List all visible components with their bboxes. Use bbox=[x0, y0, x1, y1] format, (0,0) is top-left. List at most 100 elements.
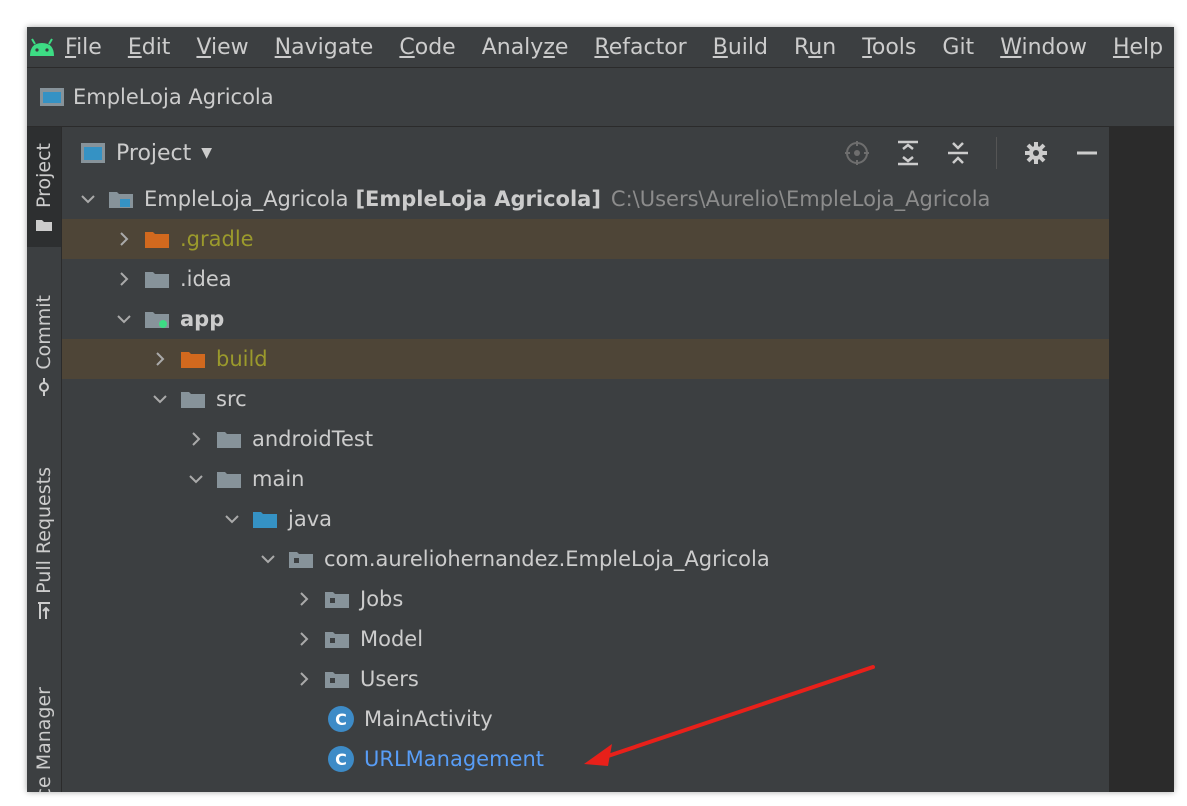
chevron-right-icon[interactable] bbox=[150, 349, 170, 369]
project-folder-icon bbox=[108, 189, 134, 209]
tool-tab-resource-manager[interactable]: ce Manager bbox=[27, 687, 61, 792]
menu-run[interactable]: Run bbox=[794, 35, 836, 60]
commit-icon bbox=[39, 377, 49, 396]
tree-label-urlmanagement: URLManagement bbox=[364, 747, 544, 771]
tool-tab-project[interactable]: Project bbox=[27, 127, 61, 247]
toolbar-separator bbox=[996, 137, 997, 169]
tool-tab-pull-requests-label: Pull Requests bbox=[33, 467, 55, 594]
tree-label-gradle: .gradle bbox=[180, 227, 254, 251]
project-panel-header: Project ▼ bbox=[62, 127, 1109, 179]
tree-row-urlmanagement[interactable]: C URLManagement bbox=[62, 739, 1109, 779]
chevron-down-icon[interactable] bbox=[78, 189, 98, 209]
tree-row-java[interactable]: java bbox=[62, 499, 1109, 539]
tree-label-build: build bbox=[216, 347, 268, 371]
excluded-folder-icon bbox=[144, 229, 170, 249]
tree-row-idea[interactable]: .idea bbox=[62, 259, 1109, 299]
project-tree: EmpleLoja_Agricola [EmpleLoja Agricola] … bbox=[62, 179, 1109, 779]
tree-label-users: Users bbox=[360, 667, 419, 691]
gear-icon[interactable] bbox=[1023, 140, 1049, 166]
folder-icon bbox=[216, 429, 242, 449]
pull-request-icon bbox=[38, 601, 50, 619]
tree-label-androidtest: androidTest bbox=[252, 427, 374, 451]
tree-row-model[interactable]: Model bbox=[62, 619, 1109, 659]
tree-row-main[interactable]: main bbox=[62, 459, 1109, 499]
chevron-right-icon[interactable] bbox=[294, 589, 314, 609]
expand-all-icon[interactable] bbox=[896, 140, 920, 166]
chevron-down-icon[interactable]: ▼ bbox=[201, 145, 212, 161]
menu-analyze[interactable]: Analyze bbox=[482, 35, 569, 60]
tree-row-app[interactable]: app bbox=[62, 299, 1109, 339]
menu-git[interactable]: Git bbox=[942, 35, 974, 60]
menu-navigate[interactable]: Navigate bbox=[275, 35, 374, 60]
hide-panel-icon[interactable] bbox=[1075, 140, 1099, 166]
ide-window: File Edit View Navigate Code Analyze Ref… bbox=[27, 27, 1174, 792]
android-module-folder-icon bbox=[144, 309, 170, 329]
folder-icon bbox=[180, 389, 206, 409]
package-icon bbox=[288, 549, 314, 569]
tree-label-java: java bbox=[288, 507, 332, 531]
project-view-icon bbox=[81, 143, 105, 163]
tree-row-gradle[interactable]: .gradle bbox=[62, 219, 1109, 259]
tree-label-package: com.aureliohernandez.EmpleLoja_Agricola bbox=[324, 547, 770, 571]
chevron-right-icon[interactable] bbox=[114, 229, 134, 249]
tree-row-androidtest[interactable]: androidTest bbox=[62, 419, 1109, 459]
tool-tab-project-label: Project bbox=[33, 143, 55, 209]
chevron-down-icon[interactable] bbox=[186, 469, 206, 489]
menu-tools[interactable]: Tools bbox=[862, 35, 916, 60]
tree-label-model: Model bbox=[360, 627, 424, 651]
tree-label-app: app bbox=[180, 307, 225, 331]
tool-tab-commit[interactable]: Commit bbox=[27, 289, 61, 429]
menu-view[interactable]: View bbox=[196, 35, 248, 60]
folder-icon bbox=[216, 469, 242, 489]
menu-help[interactable]: Help bbox=[1113, 35, 1163, 60]
package-icon bbox=[324, 669, 350, 689]
tree-label-main: main bbox=[252, 467, 305, 491]
navigation-bar: EmpleLoja Agricola bbox=[27, 67, 1174, 127]
menu-code[interactable]: Code bbox=[399, 35, 455, 60]
menu-edit[interactable]: Edit bbox=[128, 35, 171, 60]
tree-label-idea: .idea bbox=[180, 267, 232, 291]
tool-tab-commit-label: Commit bbox=[33, 295, 55, 370]
menu-window[interactable]: Window bbox=[1000, 35, 1087, 60]
folder-icon bbox=[144, 269, 170, 289]
collapse-all-icon[interactable] bbox=[946, 140, 970, 166]
package-icon bbox=[324, 629, 350, 649]
editor-area bbox=[1109, 127, 1174, 792]
menu-refactor[interactable]: Refactor bbox=[594, 35, 686, 60]
tree-row-build[interactable]: build bbox=[62, 339, 1109, 379]
chevron-right-icon[interactable] bbox=[114, 269, 134, 289]
locate-file-icon[interactable] bbox=[844, 140, 870, 166]
android-logo-icon bbox=[27, 27, 57, 67]
project-panel: Project ▼ EmpleLoja_Agricola [EmpleLoja … bbox=[62, 127, 1109, 792]
tree-label-mainactivity: MainActivity bbox=[364, 707, 493, 731]
source-folder-icon bbox=[252, 509, 278, 529]
chevron-right-icon[interactable] bbox=[186, 429, 206, 449]
left-tool-strip: Project Commit Pull Requests ce Manager bbox=[27, 127, 62, 792]
excluded-folder-icon bbox=[180, 349, 206, 369]
tool-tab-pull-requests[interactable]: Pull Requests bbox=[27, 457, 61, 657]
chevron-down-icon[interactable] bbox=[258, 549, 278, 569]
package-icon bbox=[324, 589, 350, 609]
tree-row-src[interactable]: src bbox=[62, 379, 1109, 419]
tree-label-jobs: Jobs bbox=[360, 587, 404, 611]
class-icon: C bbox=[328, 746, 354, 772]
chevron-right-icon[interactable] bbox=[294, 669, 314, 689]
tree-row-jobs[interactable]: Jobs bbox=[62, 579, 1109, 619]
root-path: C:\Users\Aurelio\EmpleLoja_Agricola bbox=[610, 187, 991, 211]
folder-icon bbox=[36, 220, 52, 232]
menu-build[interactable]: Build bbox=[713, 35, 768, 60]
root-module-name: [EmpleLoja Agricola] bbox=[355, 187, 601, 211]
chevron-down-icon[interactable] bbox=[150, 389, 170, 409]
project-view-selector[interactable]: Project bbox=[116, 141, 191, 166]
breadcrumb-module[interactable]: EmpleLoja Agricola bbox=[73, 85, 274, 109]
menu-file[interactable]: File bbox=[65, 35, 102, 60]
tool-tab-resource-manager-label: ce Manager bbox=[33, 687, 55, 792]
chevron-right-icon[interactable] bbox=[294, 629, 314, 649]
chevron-down-icon[interactable] bbox=[222, 509, 242, 529]
tree-row-root[interactable]: EmpleLoja_Agricola [EmpleLoja Agricola] … bbox=[62, 179, 1109, 219]
tree-row-package[interactable]: com.aureliohernandez.EmpleLoja_Agricola bbox=[62, 539, 1109, 579]
tree-row-mainactivity[interactable]: C MainActivity bbox=[62, 699, 1109, 739]
menu-bar: File Edit View Navigate Code Analyze Ref… bbox=[27, 27, 1174, 67]
tree-row-users[interactable]: Users bbox=[62, 659, 1109, 699]
chevron-down-icon[interactable] bbox=[114, 309, 134, 329]
